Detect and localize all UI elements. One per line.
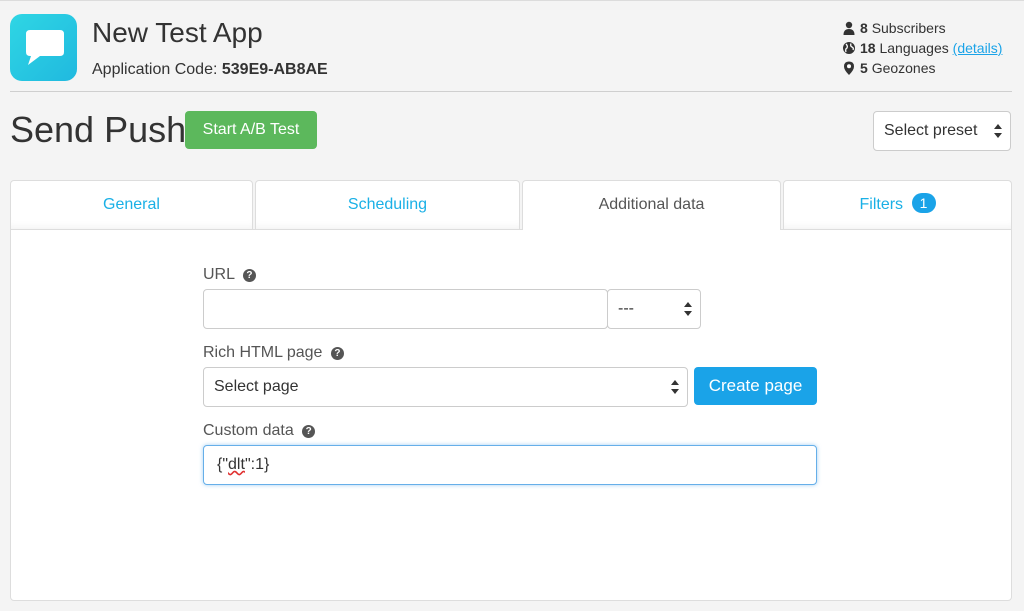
rich-html-label: Rich HTML page ? — [203, 344, 344, 362]
question-circle-icon[interactable]: ? — [330, 347, 344, 360]
map-marker-icon — [844, 61, 854, 75]
custom-data-suffix: ":1} — [244, 456, 270, 473]
url-type-select[interactable]: --- — [607, 289, 701, 329]
start-ab-test-button[interactable]: Start A/B Test — [185, 111, 317, 149]
tab-label: Filters — [859, 196, 904, 213]
url-input[interactable] — [203, 289, 608, 329]
geozones-count: 5 — [860, 60, 868, 76]
tab-general[interactable]: General — [10, 180, 253, 229]
globe-icon — [843, 42, 855, 54]
tab-label: Additional data — [598, 196, 705, 213]
languages-label: Languages — [879, 40, 949, 56]
rich-page-value: Select page — [214, 378, 299, 395]
geozones-label: Geozones — [871, 60, 936, 76]
preset-select-value: Select preset — [884, 122, 978, 139]
filters-count-badge: 1 — [911, 193, 936, 213]
select-preset-dropdown[interactable]: Select preset — [873, 111, 1011, 151]
tab-bar: General Scheduling Additional data Filte… — [10, 180, 1012, 230]
url-label-text: URL — [203, 266, 235, 283]
page-title: Send Push — [10, 109, 187, 150]
custom-data-misspelled-word: dlt — [228, 456, 245, 473]
subscribers-label: Subscribers — [871, 20, 946, 36]
languages-details-link[interactable]: (details) — [953, 40, 1003, 56]
additional-data-panel — [10, 229, 1012, 601]
tab-label: Scheduling — [347, 196, 428, 213]
subscribers-stat: 8 Subscribers — [842, 18, 1012, 38]
tab-label: General — [103, 196, 160, 213]
question-circle-icon[interactable]: ? — [242, 269, 256, 282]
url-label: URL ? — [203, 266, 256, 284]
app-code-label: Application Code: — [92, 61, 218, 78]
app-code-value: 539E9-AB8AE — [221, 61, 328, 78]
tab-filters[interactable]: Filters 1 — [783, 180, 1012, 229]
tab-scheduling[interactable]: Scheduling — [255, 180, 520, 229]
languages-count: 18 — [860, 40, 876, 56]
app-icon — [10, 14, 77, 81]
rich-html-label-text: Rich HTML page — [203, 344, 323, 361]
tab-additional-data[interactable]: Additional data — [522, 180, 781, 230]
languages-stat: 18 Languages (details) — [842, 38, 1012, 58]
create-page-button[interactable]: Create page — [694, 367, 817, 405]
custom-data-label-text: Custom data — [203, 422, 294, 439]
user-icon — [843, 21, 855, 35]
question-circle-icon[interactable]: ? — [302, 425, 316, 438]
url-type-value: --- — [618, 300, 634, 317]
top-divider — [0, 0, 1024, 1]
geozones-stat: 5 Geozones — [842, 58, 1012, 78]
custom-data-label: Custom data ? — [203, 422, 316, 440]
rich-page-select[interactable]: Select page — [203, 367, 688, 407]
chat-bubble-icon — [26, 30, 64, 65]
app-stats: 8 Subscribers 18 Languages (details) 5 G… — [842, 18, 1012, 78]
app-name: New Test App — [92, 17, 263, 48]
subscribers-count: 8 — [860, 20, 868, 36]
custom-data-input[interactable]: {"dlt":1} — [203, 445, 817, 485]
application-code: Application Code: 539E9-AB8AE — [92, 61, 328, 79]
custom-data-prefix: {" — [217, 456, 229, 473]
app-header: New Test App Application Code: 539E9-AB8… — [10, 2, 1012, 92]
